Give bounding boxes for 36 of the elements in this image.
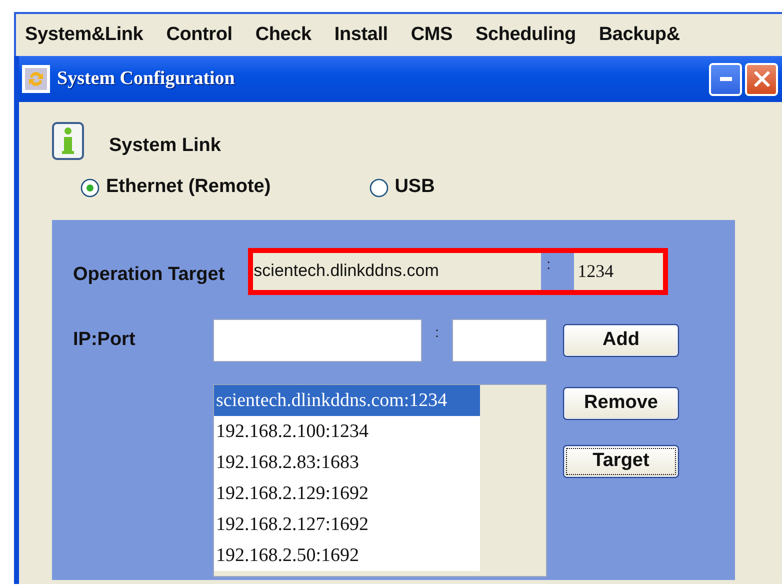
menu-item[interactable]: Scheduling <box>472 20 587 50</box>
separator-colon: : <box>546 254 552 270</box>
field-label: Operation Target <box>73 262 225 287</box>
list-item[interactable]: 192.168.2.83:1683 <box>214 446 480 478</box>
menu-item[interactable]: Install <box>331 20 399 50</box>
app-icon <box>21 64 51 94</box>
list-item[interactable]: 192.168.2.100:1234 <box>214 416 480 446</box>
separator-colon: : <box>434 322 440 338</box>
radio-label: Ethernet (Remote) <box>106 175 271 200</box>
minimize-button[interactable] <box>709 62 742 96</box>
close-icon <box>752 70 770 88</box>
section-title: System Link <box>109 134 221 158</box>
action-button[interactable]: Remove <box>563 386 679 420</box>
window-title: System Configuration <box>57 66 235 91</box>
list-item[interactable]: 192.168.2.129:1692 <box>214 478 480 508</box>
minimize-icon <box>720 77 732 81</box>
menu-item[interactable]: Check <box>252 20 322 50</box>
port-input[interactable] <box>452 318 547 362</box>
menu-item[interactable]: Control <box>163 20 244 50</box>
menu-item[interactable]: CMS <box>408 20 464 50</box>
info-icon <box>52 122 84 160</box>
menu-item[interactable]: System&Link <box>22 20 154 50</box>
list-item[interactable]: 192.168.2.50:1692 <box>214 540 480 570</box>
action-button[interactable]: Target <box>563 444 679 478</box>
action-button[interactable]: Add <box>563 324 679 356</box>
close-button[interactable] <box>745 62 778 96</box>
target-host-field: scientech.dlinkddns.com <box>252 252 541 290</box>
radio-label: USB <box>394 175 435 200</box>
target-port-field: 1234 <box>574 252 663 290</box>
list-item[interactable]: scientech.dlinkddns.com:1234 <box>214 384 480 416</box>
radio-button[interactable] <box>368 178 389 198</box>
field-label: IP:Port <box>73 328 136 352</box>
radio-button[interactable] <box>80 178 100 198</box>
menu-item[interactable]: Backup& <box>596 20 691 50</box>
host-input[interactable] <box>213 318 422 362</box>
list-item[interactable]: 192.168.2.127:1692 <box>214 508 480 540</box>
